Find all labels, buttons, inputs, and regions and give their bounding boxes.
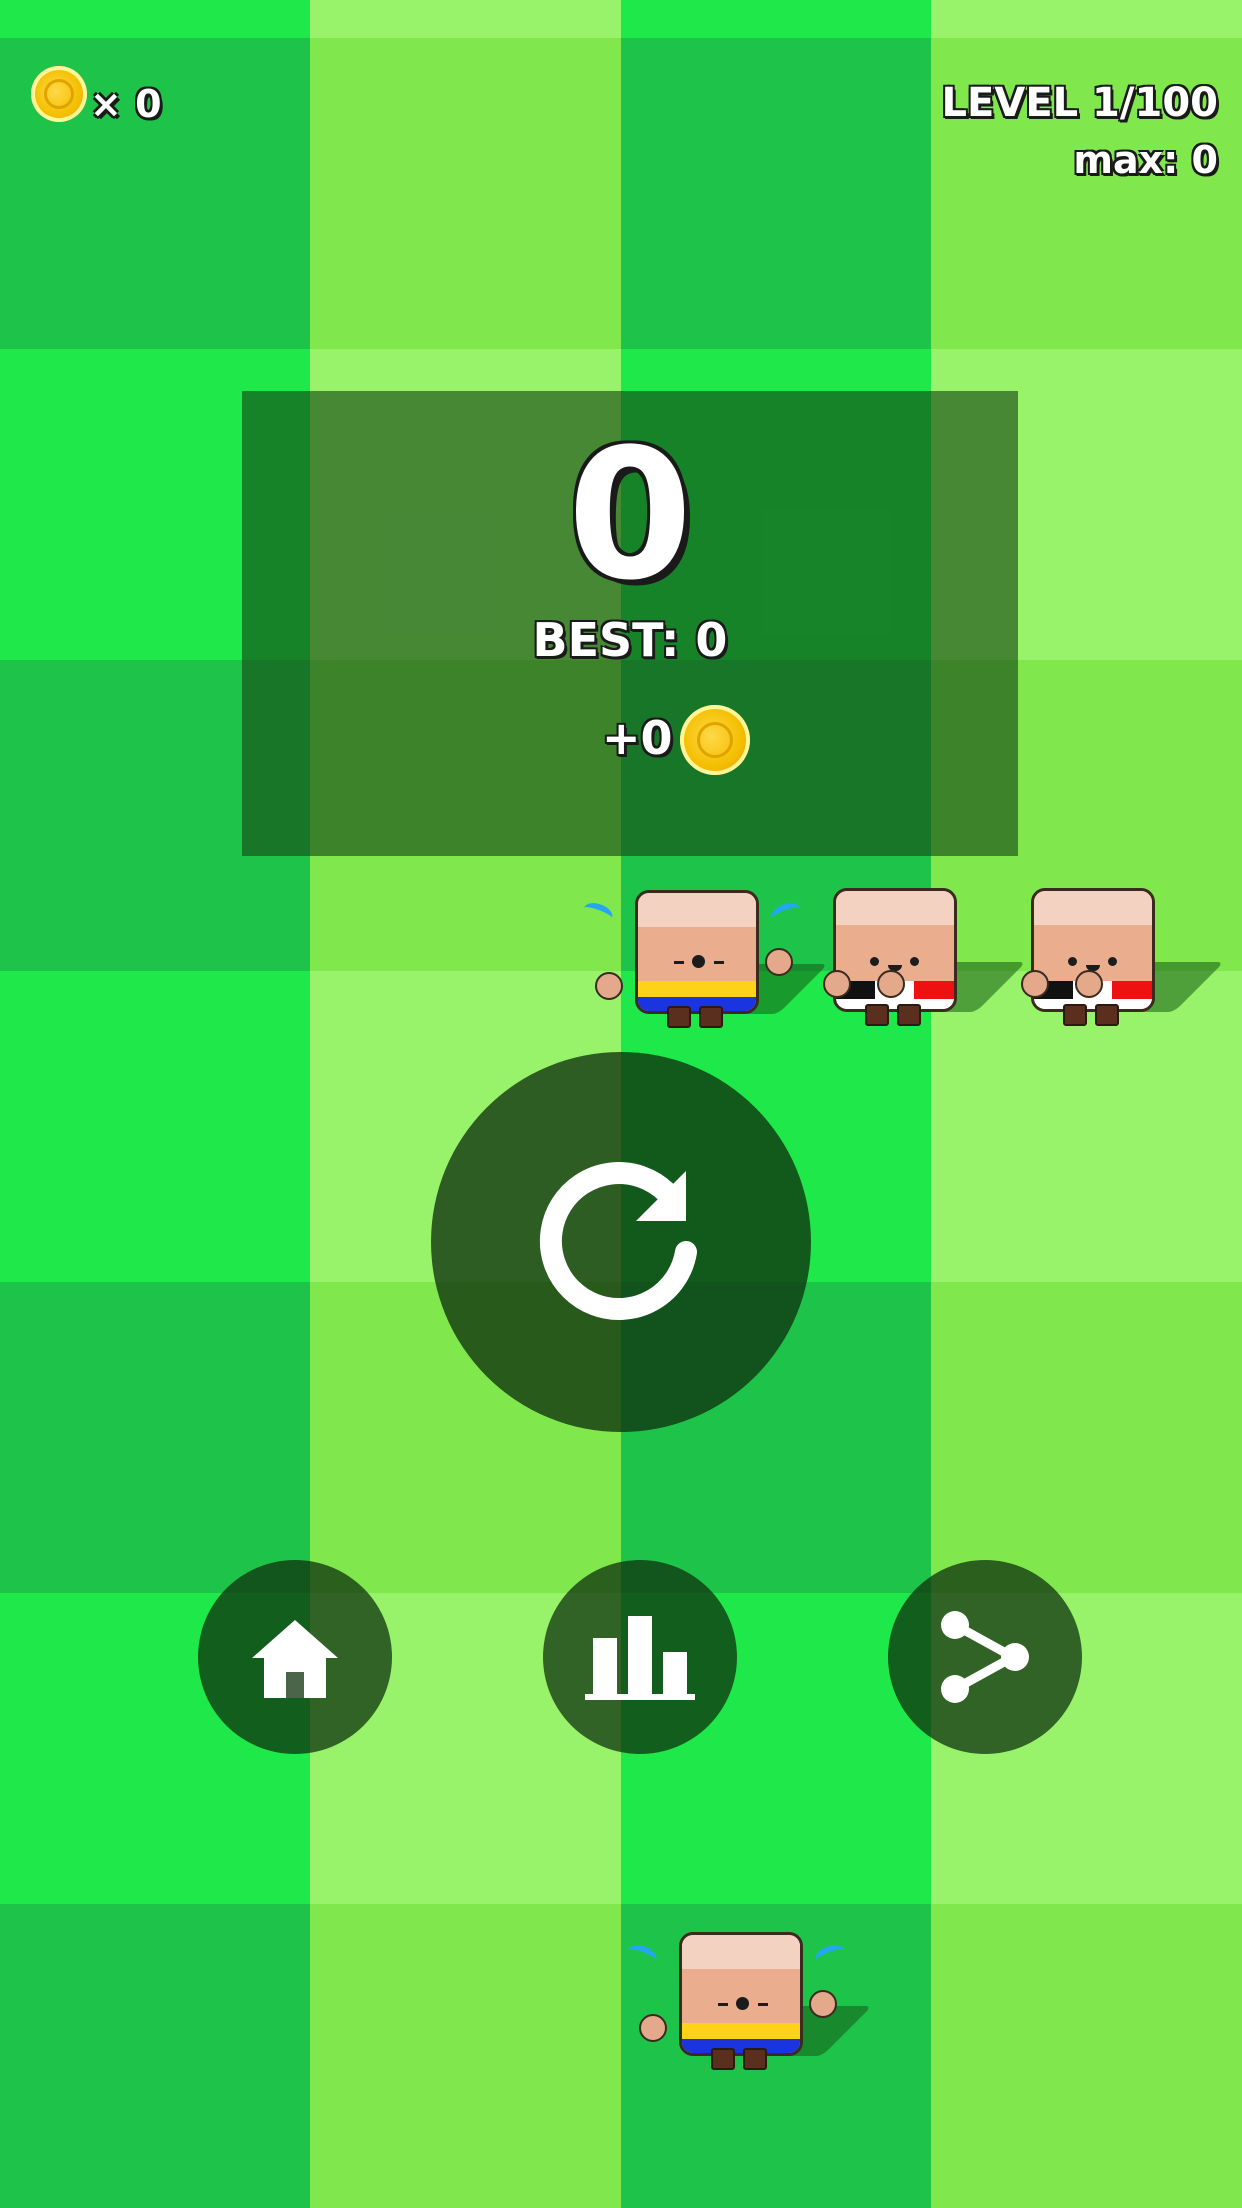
home-button[interactable] bbox=[198, 1560, 392, 1754]
coin-counter: × 0 bbox=[90, 82, 162, 126]
grass-tile bbox=[310, 38, 621, 349]
grass-tile bbox=[310, 1904, 621, 2208]
leaderboard-icon bbox=[585, 1616, 695, 1700]
grass-tile bbox=[0, 971, 310, 1282]
max-level: max: 0 bbox=[1073, 138, 1218, 182]
grass-tile bbox=[931, 1282, 1242, 1593]
coins-earned: +0 bbox=[602, 711, 673, 765]
home-icon bbox=[252, 1620, 338, 1698]
grass-tile bbox=[0, 1282, 310, 1593]
score-panel: 0 BEST: 0 +0 bbox=[242, 391, 1018, 856]
restart-icon bbox=[539, 1162, 697, 1321]
coin-icon bbox=[31, 66, 87, 122]
grass-tile bbox=[931, 1904, 1242, 2208]
best-score: BEST: 0 bbox=[532, 613, 728, 667]
level-indicator: LEVEL 1/100 bbox=[941, 80, 1218, 126]
grass-tile bbox=[931, 0, 1242, 38]
score-value: 0 bbox=[567, 411, 693, 620]
grass-tile bbox=[310, 0, 621, 38]
grass-tile bbox=[0, 0, 310, 38]
restart-button[interactable] bbox=[431, 1052, 811, 1432]
grass-tile bbox=[0, 1904, 310, 2208]
share-icon bbox=[941, 1611, 1029, 1703]
coin-icon bbox=[680, 705, 750, 775]
share-button[interactable] bbox=[888, 1560, 1082, 1754]
grass-tile bbox=[621, 38, 931, 349]
leaderboard-button[interactable] bbox=[543, 1560, 737, 1754]
grass-tile bbox=[621, 0, 931, 38]
